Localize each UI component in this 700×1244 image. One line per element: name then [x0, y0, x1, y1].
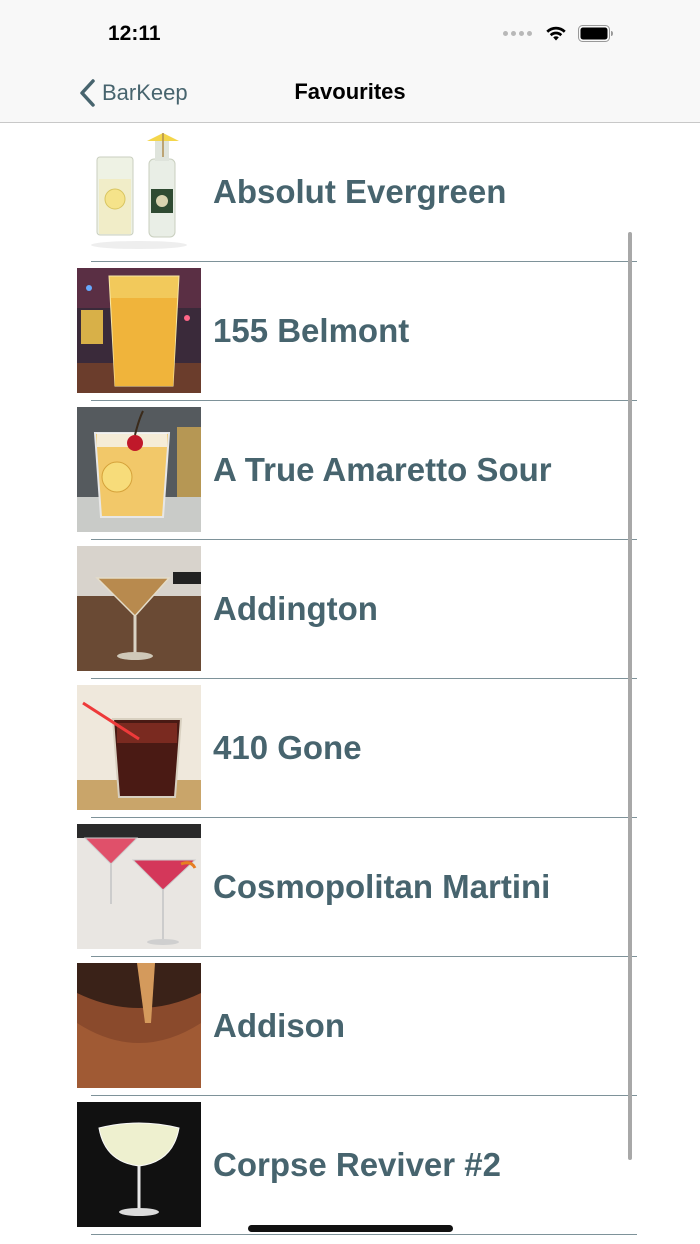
cocktail-name: Addison — [213, 1007, 345, 1044]
wifi-icon — [546, 26, 566, 41]
battery-icon — [578, 24, 613, 42]
scroll-indicator[interactable] — [628, 232, 632, 1160]
cocktail-name: 410 Gone — [213, 729, 362, 766]
cocktail-thumbnail — [77, 268, 201, 393]
favourites-list[interactable]: Absolut Evergreen 155 Belmont A True Ama… — [0, 123, 700, 1244]
cocktail-thumbnail — [77, 685, 201, 810]
list-item[interactable]: Absolut Evergreen — [0, 123, 700, 262]
cocktail-name: Absolut Evergreen — [213, 173, 507, 210]
status-bar: 12:11 — [0, 0, 700, 64]
navigation-bar: BarKeep Favourites — [0, 64, 700, 123]
cocktail-thumbnail — [77, 1102, 201, 1227]
cellular-signal-icon — [503, 30, 532, 36]
cocktail-name: 155 Belmont — [213, 312, 410, 349]
status-time: 12:11 — [108, 22, 161, 45]
cocktail-name: Addington — [213, 590, 378, 627]
page-title: Favourites — [294, 79, 406, 104]
cocktail-thumbnail — [77, 129, 201, 254]
row-divider — [91, 1234, 637, 1235]
status-icons — [503, 24, 614, 42]
cocktail-thumbnail — [77, 546, 201, 671]
list-item[interactable]: Corpse Reviver #2 — [0, 1096, 700, 1235]
list-item[interactable]: Cosmopolitan Martini — [0, 818, 700, 957]
list-item[interactable]: 410 Gone — [0, 679, 700, 818]
list-item[interactable]: Addington — [0, 540, 700, 679]
list-item[interactable]: 155 Belmont — [0, 262, 700, 401]
cocktail-thumbnail — [77, 407, 201, 532]
list-item[interactable]: Addison — [0, 957, 700, 1096]
cocktail-name: A True Amaretto Sour — [213, 451, 552, 488]
cocktail-thumbnail — [77, 963, 201, 1088]
list-item[interactable]: A True Amaretto Sour — [0, 401, 700, 540]
cocktail-thumbnail — [77, 824, 201, 949]
home-indicator[interactable] — [248, 1225, 453, 1232]
cocktail-name: Corpse Reviver #2 — [213, 1146, 501, 1183]
cocktail-name: Cosmopolitan Martini — [213, 868, 551, 905]
